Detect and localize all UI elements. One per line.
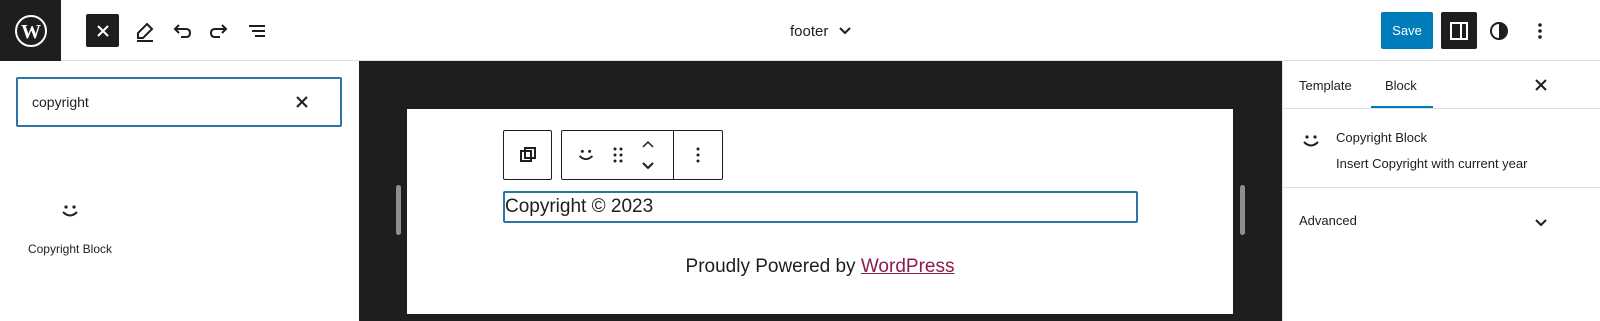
- svg-text:W: W: [21, 21, 41, 43]
- copyright-block[interactable]: Copyright © 2023: [503, 191, 1138, 223]
- wordpress-icon: W: [14, 14, 47, 47]
- chevron-up-icon: [642, 140, 654, 148]
- half-circle-icon: [1489, 21, 1508, 40]
- tab-block[interactable]: Block: [1371, 61, 1433, 109]
- chevron-down-icon: [839, 27, 852, 35]
- redo-icon: [209, 23, 227, 38]
- card-divider: [1283, 187, 1600, 188]
- block-toolbar-parent: [503, 130, 552, 180]
- powered-by-text: Proudly Powered by WordPress: [407, 256, 1233, 278]
- block-options-button[interactable]: [674, 131, 722, 179]
- document-title-dropdown[interactable]: footer: [790, 19, 852, 43]
- close-icon: [1535, 79, 1547, 91]
- advanced-panel-label: Advanced: [1299, 213, 1357, 228]
- block-card-title: Copyright Block: [1336, 130, 1428, 145]
- drag-handle[interactable]: [606, 131, 630, 179]
- powered-by-prefix: Proudly Powered by: [685, 256, 861, 277]
- undo-button[interactable]: [165, 14, 198, 47]
- close-icon: [96, 24, 109, 37]
- move-up-button[interactable]: [636, 133, 660, 155]
- block-result-copyright[interactable]: Copyright Block: [14, 189, 126, 269]
- undo-icon: [173, 23, 191, 38]
- wordpress-link[interactable]: WordPress: [861, 256, 955, 277]
- block-result-label: Copyright Block: [27, 242, 113, 256]
- block-card-description: Insert Copyright with current year: [1336, 156, 1528, 171]
- smiley-icon: [1303, 135, 1319, 147]
- list-view-icon: [248, 24, 265, 37]
- block-toolbar: [561, 130, 723, 180]
- settings-sidebar: Template Block Copyright Block Insert Co…: [1282, 61, 1600, 321]
- save-button[interactable]: Save: [1381, 12, 1433, 49]
- smiley-icon: [62, 205, 78, 217]
- redo-button[interactable]: [202, 14, 235, 47]
- list-view-button[interactable]: [240, 14, 273, 47]
- drag-handle-icon: [613, 147, 623, 163]
- chevron-down-icon: [642, 162, 654, 170]
- tab-template[interactable]: Template: [1299, 61, 1352, 109]
- settings-toggle-button[interactable]: [1441, 12, 1477, 49]
- block-inserter-panel: Copyright Block: [0, 61, 359, 321]
- sidebar-icon: [1450, 21, 1468, 40]
- pencil-icon: [136, 22, 153, 42]
- advanced-chevron: [1531, 213, 1551, 233]
- close-inserter-button[interactable]: [86, 14, 119, 47]
- transform-button[interactable]: [504, 131, 551, 179]
- block-type-button[interactable]: [562, 131, 610, 179]
- smiley-icon: [578, 149, 594, 161]
- advanced-panel-toggle[interactable]: Advanced: [1283, 201, 1600, 245]
- tabs-divider: [1283, 108, 1600, 109]
- tools-button[interactable]: [128, 14, 161, 47]
- options-button[interactable]: [1523, 14, 1556, 47]
- block-search-input[interactable]: [32, 92, 282, 112]
- more-vertical-icon: [1537, 22, 1542, 39]
- move-down-button[interactable]: [636, 155, 660, 177]
- close-sidebar-button[interactable]: [1531, 75, 1551, 95]
- more-vertical-icon: [696, 147, 700, 163]
- document-title: footer: [790, 22, 829, 40]
- chevron-down-icon: [1535, 219, 1547, 227]
- close-icon: [296, 96, 308, 108]
- editor-header: W footer Save: [0, 0, 1600, 61]
- resize-handle-left[interactable]: [396, 185, 401, 235]
- clear-search-button[interactable]: [292, 92, 312, 112]
- wordpress-logo-button[interactable]: W: [0, 0, 61, 61]
- resize-handle-right[interactable]: [1240, 185, 1245, 235]
- styles-button[interactable]: [1482, 14, 1515, 47]
- block-search-box: [16, 77, 342, 127]
- duplicate-icon: [519, 147, 536, 162]
